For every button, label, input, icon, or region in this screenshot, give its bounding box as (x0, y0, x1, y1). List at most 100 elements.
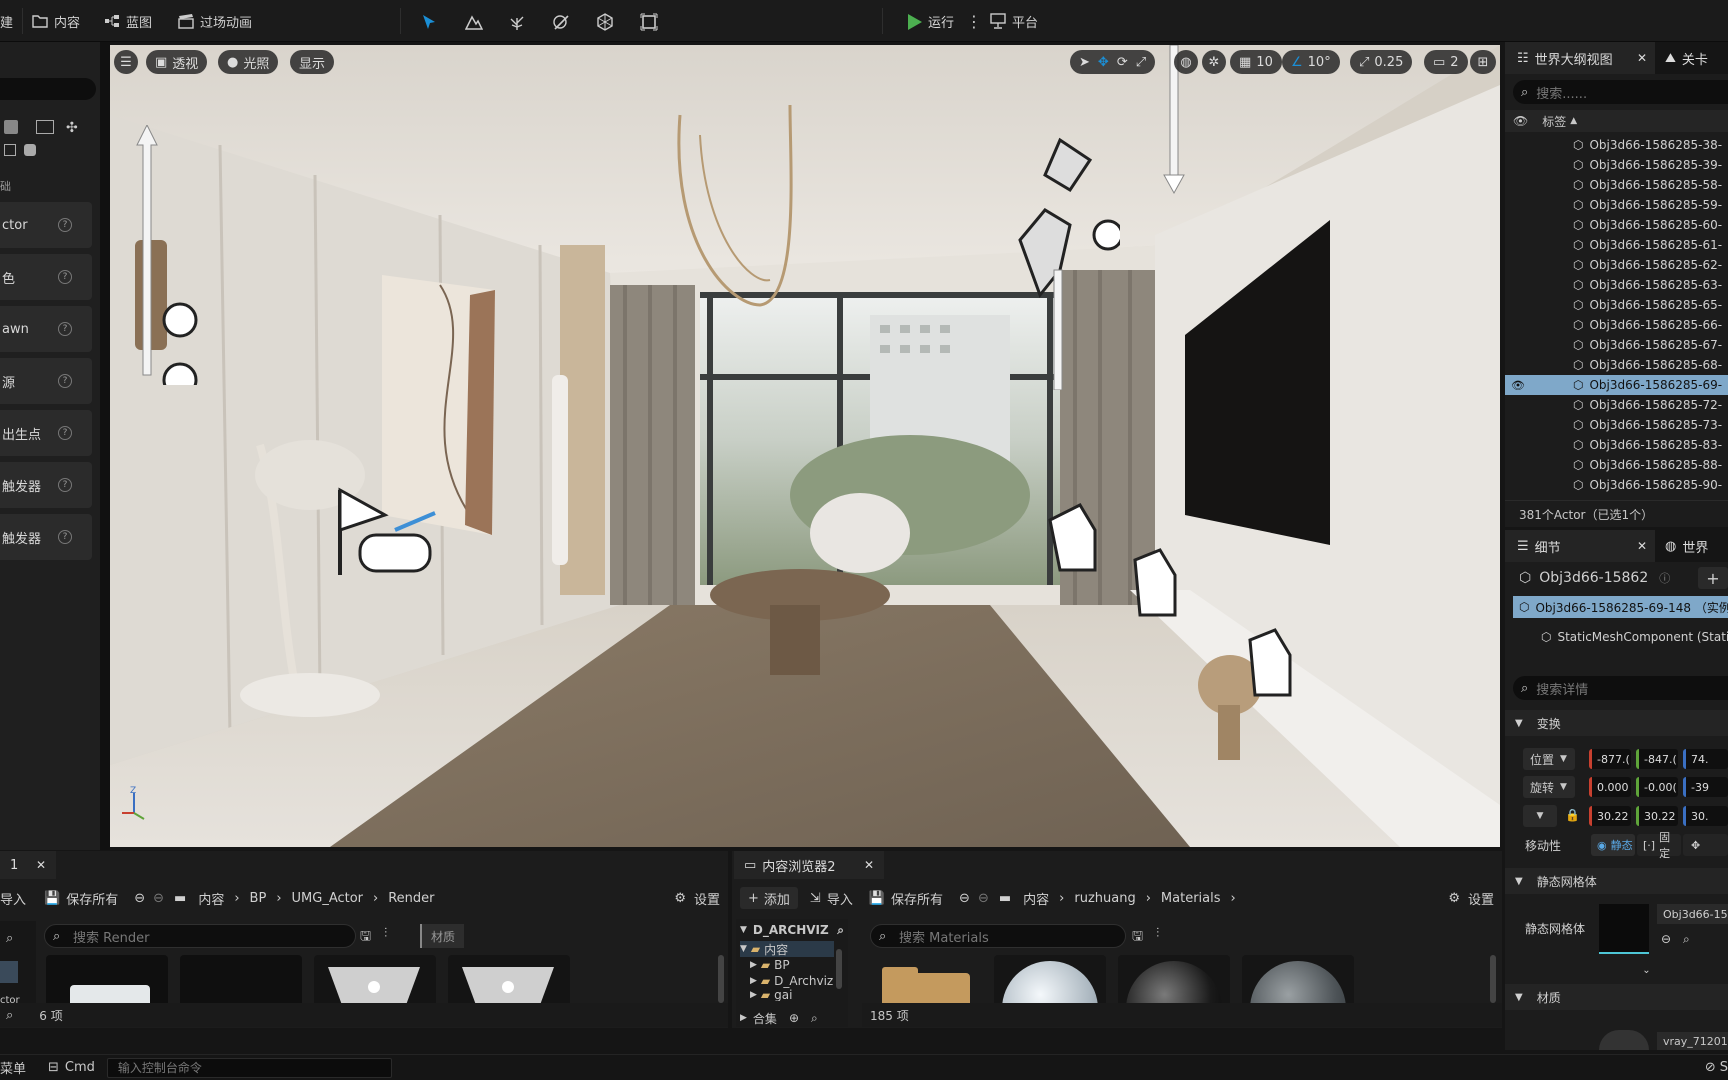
cinematic-category-icon[interactable] (36, 120, 54, 134)
breadcrumb-item[interactable]: 内容 (1023, 889, 1049, 908)
modeling-mode-button[interactable] (640, 10, 658, 32)
place-item-trigger-box[interactable]: 触发器? (0, 462, 92, 508)
rotate-icon[interactable]: ⟳ (1117, 55, 1128, 70)
play-button[interactable]: 运行 (906, 10, 954, 32)
close-icon[interactable]: ✕ (36, 858, 46, 872)
outliner-search[interactable]: ⌕ 搜索...... (1513, 80, 1728, 104)
level-viewport[interactable]: ☰ ▣ 透视 ● 光照 显示 ➤ ✥ ⟳ ⤢ ◍ ✲ ▦ 10 ∠ 10° ⤢ 0.25 … (110, 45, 1500, 847)
volumes-category-icon[interactable] (24, 144, 36, 156)
fracture-mode-button[interactable] (596, 10, 613, 32)
static-mesh-picker[interactable]: Obj3d66-158 (1657, 904, 1728, 924)
source-control-button[interactable]: ⊘ S (1705, 1060, 1728, 1075)
source-item[interactable] (0, 961, 18, 983)
landscape-mode-button[interactable] (464, 10, 484, 32)
cb1-settings-button[interactable]: ⚙ 设置 (674, 889, 720, 908)
outliner-row[interactable]: ⬡ Obj3d66-1586285-38- (1505, 135, 1728, 155)
scale-snap-button[interactable]: ⤢ 0.25 (1350, 50, 1413, 74)
help-icon[interactable]: ? (58, 270, 72, 284)
close-icon[interactable]: ✕ (1637, 539, 1647, 553)
use-selected-icon[interactable]: ⊖ (1661, 932, 1671, 946)
tree-item-content[interactable]: ▼ ▰ 内容 (740, 941, 834, 957)
add-collection-icon[interactable]: ⊕ (789, 1011, 799, 1025)
place-item-pawn[interactable]: awn? (0, 306, 92, 352)
visibility-eye-icon[interactable]: 👁 (1511, 379, 1535, 392)
filter-chip-material[interactable]: 材质 (420, 924, 464, 948)
grid-snap-button[interactable]: ▦ 10 (1230, 50, 1282, 74)
help-icon[interactable]: ? (58, 218, 72, 232)
place-item-actor[interactable]: ctor? (0, 202, 92, 248)
actor-name-field[interactable]: Obj3d66-15862 (1539, 570, 1649, 586)
decal-gizmos[interactable] (1040, 500, 1370, 750)
breadcrumb-item[interactable]: Render (388, 891, 434, 906)
save-search-icon[interactable]: 🖫 (1132, 927, 1143, 949)
help-icon[interactable]: ⓘ (1659, 570, 1670, 586)
rotation-snap-button[interactable]: ∠ 10° (1282, 50, 1340, 74)
help-icon[interactable]: ? (58, 478, 72, 492)
location-dropdown[interactable]: 位置 ▼ (1523, 748, 1575, 770)
back-icon[interactable]: ⊖ (959, 891, 970, 906)
cb2-settings-button[interactable]: ⚙ 设置 (1448, 889, 1494, 908)
play-options-button[interactable]: ⋮ (966, 10, 982, 32)
tree-item-gai[interactable]: ▶ ▰ gai (750, 989, 848, 1001)
outliner-row[interactable]: ⬡ Obj3d66-1586285-60- (1505, 215, 1728, 235)
location-x[interactable]: -877.( (1589, 749, 1631, 769)
create-menu[interactable]: 建 (0, 10, 13, 32)
filter-icon[interactable]: ⫶ (384, 926, 387, 941)
cb1-scrollbar[interactable] (718, 955, 724, 1003)
place-item-trigger-sphere[interactable]: 触发器? (0, 514, 92, 560)
tab-world-settings[interactable]: ◍ 世界 (1655, 537, 1708, 556)
scale-y[interactable]: 30.22 (1636, 806, 1678, 826)
rotation-y[interactable]: -0.00( (1636, 777, 1678, 797)
details-search[interactable]: ⌕ 搜索详情 (1513, 676, 1728, 700)
tab-details[interactable]: ☰ 细节 ✕ (1505, 530, 1655, 562)
import-button[interactable]: ⇲ 导入 (810, 889, 853, 908)
location-z[interactable]: 74. (1683, 749, 1728, 769)
scale-x[interactable]: 30.22 (1589, 806, 1631, 826)
help-icon[interactable]: ? (58, 530, 72, 544)
player-start-icon[interactable] (335, 485, 445, 580)
breadcrumb-item[interactable]: ruzhuang (1074, 891, 1135, 906)
static-mesh-thumbnail[interactable] (1599, 904, 1649, 954)
static-mesh-section-header[interactable]: ▼ 静态网格体 (1505, 868, 1728, 894)
tree-item-bp[interactable]: ▶ ▰ BP (750, 957, 848, 973)
search-icon[interactable]: ⌕ (6, 1008, 13, 1023)
content-drawer-button[interactable]: 菜单 (0, 1058, 26, 1077)
browse-icon[interactable]: ⌕ (1683, 932, 1690, 947)
effects-category-icon[interactable]: ✣ (66, 120, 78, 136)
place-actors-search[interactable] (0, 78, 96, 100)
tree-scrollbar[interactable] (836, 949, 842, 989)
console-input[interactable]: 输入控制台命令 (106, 1057, 392, 1078)
shapes-category-icon[interactable] (4, 144, 16, 156)
viewport-layout-button[interactable]: ⊞ (1470, 50, 1496, 74)
perspective-button[interactable]: ▣ 透视 (146, 50, 208, 74)
search-icon[interactable]: ⌕ (6, 931, 13, 946)
outliner-row[interactable]: ⬡ Obj3d66-1586285-83- (1505, 435, 1728, 455)
location-y[interactable]: -847.( (1636, 749, 1678, 769)
rotation-z[interactable]: -39 (1683, 777, 1728, 797)
add-component-button[interactable]: + (1698, 567, 1728, 589)
advanced-expander[interactable]: ⌄ (1505, 960, 1728, 980)
place-item-player-start[interactable]: 出生点? (0, 410, 92, 456)
save-search-icon[interactable]: 🖫 (360, 927, 371, 949)
tree-item-archviz[interactable]: ▶ ▰ D_Archviz (750, 973, 848, 989)
materials-section-header[interactable]: ▼ 材质 (1505, 984, 1728, 1010)
outliner-row[interactable]: ⬡ Obj3d66-1586285-67- (1505, 335, 1728, 355)
component-root[interactable]: ⬡ Obj3d66-1586285-69-148 （实例 (1513, 596, 1728, 618)
forward-icon[interactable]: ⊖ (153, 891, 164, 906)
back-icon[interactable]: ⊖ (134, 891, 145, 906)
forward-icon[interactable]: ⊖ (978, 891, 989, 906)
material-thumbnail[interactable] (1599, 1030, 1649, 1050)
scale-dropdown[interactable]: ▼ (1523, 805, 1557, 827)
world-local-button[interactable]: ◍ (1174, 50, 1198, 74)
filter-icon[interactable]: ⫶ (1156, 926, 1159, 941)
breadcrumb-item[interactable]: Materials (1161, 891, 1221, 906)
panel-splitter[interactable] (100, 42, 110, 850)
visibility-column-icon[interactable]: 👁 (1513, 114, 1528, 128)
foliage-mode-button[interactable] (508, 10, 524, 32)
basic-category-icon[interactable] (4, 120, 18, 134)
add-button[interactable]: + 添加 (740, 887, 798, 909)
help-icon[interactable]: ? (58, 322, 72, 336)
outliner-row[interactable]: ⬡ Obj3d66-1586285-59- (1505, 195, 1728, 215)
outliner-row[interactable]: ⬡ Obj3d66-1586285-65- (1505, 295, 1728, 315)
select-icon[interactable]: ➤ (1079, 55, 1090, 70)
